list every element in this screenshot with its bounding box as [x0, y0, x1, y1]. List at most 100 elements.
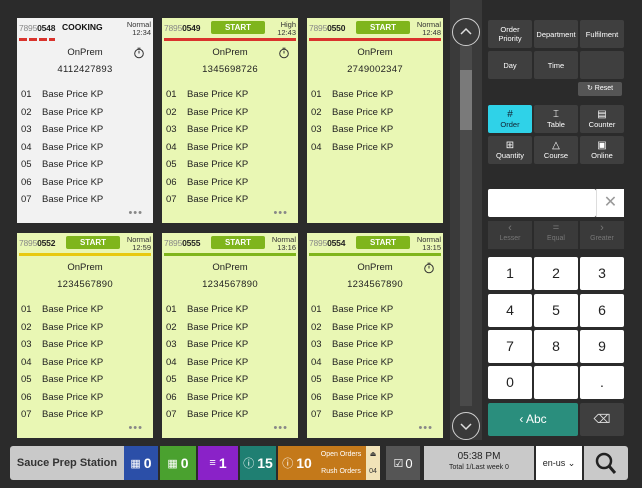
- item-row[interactable]: 04 Base Price KP: [307, 355, 443, 373]
- item-row[interactable]: 03 Base Price KP: [17, 122, 153, 140]
- alert-count-badge[interactable]: ⓘ 10: [278, 446, 316, 480]
- item-number: 03: [166, 339, 177, 350]
- scroll-up-button[interactable]: [452, 18, 480, 46]
- item-row[interactable]: 06 Base Price KP: [162, 175, 298, 193]
- item-row[interactable]: 06 Base Price KP: [17, 390, 153, 408]
- more-options-icon[interactable]: •••: [128, 207, 143, 219]
- number-search-input[interactable]: [488, 189, 596, 217]
- more-options-icon[interactable]: •••: [273, 422, 288, 434]
- start-button[interactable]: START: [356, 236, 410, 249]
- order-ticket[interactable]: 78950549 START High 12:43 OnPrem 13456987…: [162, 18, 298, 223]
- start-button[interactable]: START: [211, 236, 265, 249]
- scrollbar-thumb[interactable]: [460, 70, 472, 130]
- view-counter-button[interactable]: ▤ Counter: [580, 105, 624, 133]
- item-row[interactable]: 06 Base Price KP: [307, 390, 443, 408]
- info-count-badge[interactable]: ⓘ 15: [240, 446, 276, 480]
- key-0[interactable]: 0: [488, 366, 532, 399]
- sort-day-button[interactable]: Day: [488, 51, 532, 79]
- item-list: 01 Base Price KP 02 Base Price KP 03 Bas…: [307, 87, 443, 157]
- clear-input-button[interactable]: ✕: [596, 189, 624, 217]
- compare-equal-button[interactable]: = Equal: [534, 221, 578, 249]
- language-select[interactable]: en-us ⌄: [536, 446, 582, 480]
- ready-count-badge[interactable]: ▦ 0: [160, 446, 196, 480]
- item-row[interactable]: 06 Base Price KP: [162, 390, 298, 408]
- start-button[interactable]: START: [66, 236, 120, 249]
- search-button[interactable]: [584, 446, 628, 480]
- start-button[interactable]: START: [356, 21, 410, 34]
- order-ticket[interactable]: 78950555 START Normal 13:16 OnPrem 123456…: [162, 233, 298, 438]
- key-1[interactable]: 1: [488, 257, 532, 290]
- more-options-icon[interactable]: •••: [128, 422, 143, 434]
- start-button[interactable]: START: [211, 21, 265, 34]
- view-table-button[interactable]: ⌶ Table: [534, 105, 578, 133]
- completed-count-badge[interactable]: ☑ 0: [386, 446, 420, 480]
- item-row[interactable]: 02 Base Price KP: [307, 105, 443, 123]
- order-ticket[interactable]: 78950548 COOKING Normal 12:34 OnPrem 4112…: [17, 18, 153, 223]
- item-row[interactable]: 01 Base Price KP: [17, 302, 153, 320]
- key-2[interactable]: 2: [534, 257, 578, 290]
- key-9[interactable]: 9: [580, 330, 624, 363]
- abc-label: Abc: [525, 412, 547, 426]
- view-course-button[interactable]: △ Course: [534, 136, 578, 164]
- item-row[interactable]: 02 Base Price KP: [17, 320, 153, 338]
- counter-icon: ▤: [597, 109, 607, 120]
- key-5[interactable]: 5: [534, 294, 578, 327]
- item-row[interactable]: 01 Base Price KP: [162, 87, 298, 105]
- scroll-down-button[interactable]: [452, 412, 480, 440]
- item-row[interactable]: 05 Base Price KP: [17, 157, 153, 175]
- item-row[interactable]: 04 Base Price KP: [162, 140, 298, 158]
- item-row[interactable]: 05 Base Price KP: [17, 372, 153, 390]
- item-row[interactable]: 03 Base Price KP: [307, 337, 443, 355]
- key-6[interactable]: 6: [580, 294, 624, 327]
- view-quantity-button[interactable]: ⊞ Quantity: [488, 136, 532, 164]
- key-3[interactable]: 3: [580, 257, 624, 290]
- item-row[interactable]: 02 Base Price KP: [17, 105, 153, 123]
- item-row[interactable]: 04 Base Price KP: [17, 355, 153, 373]
- key-4[interactable]: 4: [488, 294, 532, 327]
- item-row[interactable]: 04 Base Price KP: [17, 140, 153, 158]
- sort-fulfilment-button[interactable]: Fulfilment: [580, 20, 624, 48]
- compare-lesser-button[interactable]: ‹ Lesser: [488, 221, 532, 249]
- open-rush-orders[interactable]: Open Orders Rush Orders: [316, 446, 366, 480]
- cart-icon: ⊞: [505, 140, 515, 151]
- item-row[interactable]: 03 Base Price KP: [162, 122, 298, 140]
- more-options-icon[interactable]: •••: [273, 207, 288, 219]
- item-row[interactable]: 05 Base Price KP: [162, 157, 298, 175]
- item-row[interactable]: 01 Base Price KP: [162, 302, 298, 320]
- item-row[interactable]: 02 Base Price KP: [162, 320, 298, 338]
- sort-department-button[interactable]: Department: [534, 20, 578, 48]
- item-row[interactable]: 03 Base Price KP: [307, 122, 443, 140]
- view-online-button[interactable]: ▣ Online: [580, 136, 624, 164]
- item-row[interactable]: 04 Base Price KP: [307, 140, 443, 158]
- abc-keyboard-button[interactable]: ‹ Abc: [488, 403, 578, 436]
- backspace-button[interactable]: ⌫: [580, 403, 624, 436]
- key-8[interactable]: 8: [534, 330, 578, 363]
- item-row[interactable]: 06 Base Price KP: [17, 175, 153, 193]
- view-order-button[interactable]: # Order: [488, 105, 532, 133]
- scheduled-count-badge[interactable]: ▦ 0: [124, 446, 158, 480]
- key-dot[interactable]: .: [580, 366, 624, 399]
- item-row[interactable]: 01 Base Price KP: [307, 87, 443, 105]
- item-row[interactable]: 02 Base Price KP: [162, 105, 298, 123]
- item-row[interactable]: 05 Base Price KP: [307, 372, 443, 390]
- sort-time-button[interactable]: Time: [534, 51, 578, 79]
- item-name: Base Price KP: [42, 339, 104, 350]
- order-ticket[interactable]: 78950554 START Normal 13:15 OnPrem 123456…: [307, 233, 443, 438]
- item-row[interactable]: 01 Base Price KP: [307, 302, 443, 320]
- item-row[interactable]: 03 Base Price KP: [17, 337, 153, 355]
- order-ticket[interactable]: 78950550 START Normal 12:48 OnPrem 274900…: [307, 18, 443, 223]
- timer-icon: [279, 47, 289, 59]
- station-name[interactable]: Sauce Prep Station: [10, 446, 124, 480]
- key-7[interactable]: 7: [488, 330, 532, 363]
- item-row[interactable]: 01 Base Price KP: [17, 87, 153, 105]
- item-row[interactable]: 05 Base Price KP: [162, 372, 298, 390]
- queue-count-badge[interactable]: ≡ 1: [198, 446, 238, 480]
- item-row[interactable]: 04 Base Price KP: [162, 355, 298, 373]
- reset-button[interactable]: ↻ Reset: [578, 82, 622, 96]
- item-row[interactable]: 02 Base Price KP: [307, 320, 443, 338]
- sort-order-priority-button[interactable]: Order Priority: [488, 20, 532, 48]
- item-row[interactable]: 03 Base Price KP: [162, 337, 298, 355]
- more-options-icon[interactable]: •••: [418, 422, 433, 434]
- order-ticket[interactable]: 78950552 START Normal 12:59 OnPrem 123456…: [17, 233, 153, 438]
- compare-greater-button[interactable]: › Greater: [580, 221, 624, 249]
